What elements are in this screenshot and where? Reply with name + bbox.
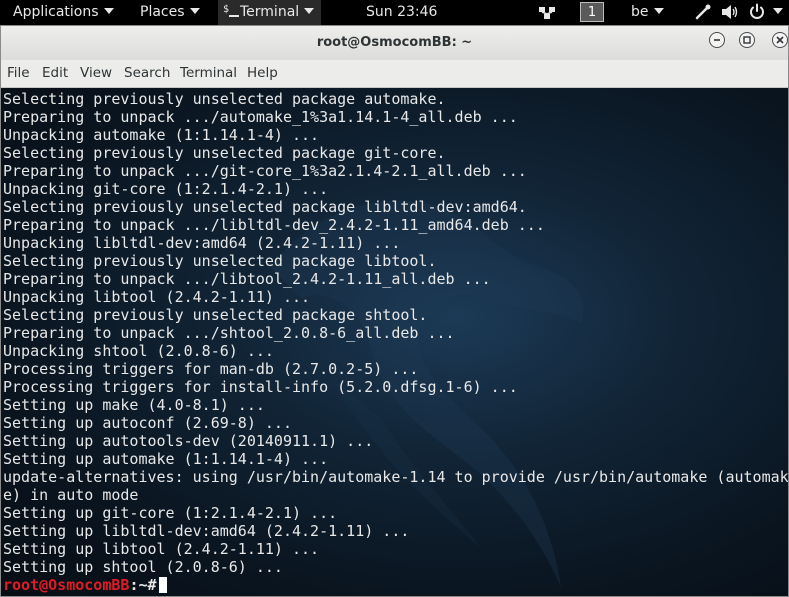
terminal-line: Setting up libltdl-dev:amd64 (2.4.2-1.11…: [3, 522, 410, 540]
network-icon[interactable]: [538, 3, 556, 23]
terminal-line: Selecting previously unselected package …: [3, 198, 527, 216]
terminal-line: Preparing to unpack .../automake_1%3a1.1…: [3, 108, 518, 126]
text-cursor: [158, 577, 167, 593]
close-icon[interactable]: [772, 32, 788, 48]
workspace-indicator[interactable]: 1: [580, 2, 604, 22]
menu-help[interactable]: Help: [247, 60, 278, 87]
terminal-line: Preparing to unpack .../libltdl-dev_2.4.…: [3, 216, 545, 234]
keyboard-layout-menu[interactable]: be: [631, 0, 664, 25]
chevron-down-icon: [773, 8, 783, 14]
svg-text:$: $: [223, 4, 229, 15]
minimize-icon[interactable]: [709, 32, 725, 48]
menu-terminal[interactable]: Terminal: [180, 60, 237, 87]
terminal-line: Selecting previously unselected package …: [3, 144, 446, 162]
terminal-line: Preparing to unpack .../shtool_2.0.8-6_a…: [3, 324, 455, 342]
terminal-line: Setting up autotools-dev (20140911.1) ..…: [3, 432, 374, 450]
terminal-line: Setting up libtool (2.4.2-1.11) ...: [3, 540, 320, 558]
terminal-line: Selecting previously unselected package …: [3, 90, 446, 108]
terminal-line: e) in auto mode: [3, 486, 139, 504]
applications-label: Applications: [13, 4, 99, 20]
terminal-line: Unpacking libltdl-dev:amd64 (2.4.2-1.11)…: [3, 234, 401, 252]
top-panel: Applications Places $ Terminal Sun 23:46…: [0, 0, 789, 25]
terminal-line: Setting up shtool (2.0.8-6) ...: [3, 558, 283, 576]
shell-prompt[interactable]: root@OsmocomBB:~#: [3, 576, 788, 594]
menu-view[interactable]: View: [80, 60, 112, 87]
terminal-text-area: Selecting previously unselected package …: [3, 90, 788, 594]
clock[interactable]: Sun 23:46: [366, 0, 437, 25]
keyboard-layout-label: be: [631, 4, 649, 20]
terminal-line: Setting up git-core (1:2.1.4-2.1) ...: [3, 504, 338, 522]
menu-edit[interactable]: Edit: [42, 60, 68, 87]
terminal-line: Preparing to unpack .../libtool_2.4.2-1.…: [3, 270, 491, 288]
terminal-window: root@OsmocomBB: ~ File Edit View Search …: [0, 25, 789, 597]
menu-bar: File Edit View Search Terminal Help: [1, 60, 788, 88]
terminal-line: Unpacking shtool (2.0.8-6) ...: [3, 342, 274, 360]
prompt-path: :~#: [129, 576, 157, 594]
terminal-line: Unpacking git-core (1:2.1.4-2.1) ...: [3, 180, 329, 198]
window-title: root@OsmocomBB: ~: [316, 35, 473, 50]
terminal-line: Processing triggers for man-db (2.7.0.2-…: [3, 360, 419, 378]
terminal-line: Selecting previously unselected package …: [3, 252, 437, 270]
chevron-down-icon: [304, 8, 315, 14]
power-icon[interactable]: [748, 3, 766, 23]
mouse-icon[interactable]: [694, 3, 712, 23]
terminal-line: Selecting previously unselected package …: [3, 306, 428, 324]
maximize-icon[interactable]: [739, 32, 755, 48]
terminal-line: Unpacking automake (1:1.14.1-4) ...: [3, 126, 320, 144]
applications-menu[interactable]: Applications: [13, 0, 114, 25]
chevron-down-icon: [189, 8, 200, 14]
terminal-line: Processing triggers for install-info (5.…: [3, 378, 518, 396]
terminal-line: Setting up automake (1:1.14.1-4) ...: [3, 450, 329, 468]
terminal-line: Preparing to unpack .../git-core_1%3a2.1…: [3, 162, 527, 180]
volume-icon[interactable]: [720, 3, 740, 23]
menu-file[interactable]: File: [7, 60, 30, 87]
chevron-down-icon: [653, 8, 664, 14]
prompt-user-host: root@OsmocomBB: [3, 576, 130, 594]
terminal-line: Unpacking libtool (2.4.2-1.11) ...: [3, 288, 311, 306]
menu-search[interactable]: Search: [124, 60, 170, 87]
terminal-prompt-icon: $: [222, 0, 240, 24]
terminal-line: Setting up autoconf (2.69-8) ...: [3, 414, 292, 432]
chevron-down-icon: [103, 8, 114, 14]
places-menu[interactable]: Places: [140, 0, 200, 25]
power-menu-chevron[interactable]: [768, 0, 783, 25]
terminal-line: update-alternatives: using /usr/bin/auto…: [3, 468, 788, 486]
window-titlebar[interactable]: root@OsmocomBB: ~: [1, 26, 788, 60]
places-label: Places: [140, 4, 185, 20]
terminal-app-label: Terminal: [240, 4, 300, 20]
terminal-app-menu[interactable]: $ Terminal: [222, 0, 315, 25]
terminal-output[interactable]: Selecting previously unselected package …: [1, 88, 788, 596]
terminal-line: Setting up make (4.0-8.1) ...: [3, 396, 265, 414]
